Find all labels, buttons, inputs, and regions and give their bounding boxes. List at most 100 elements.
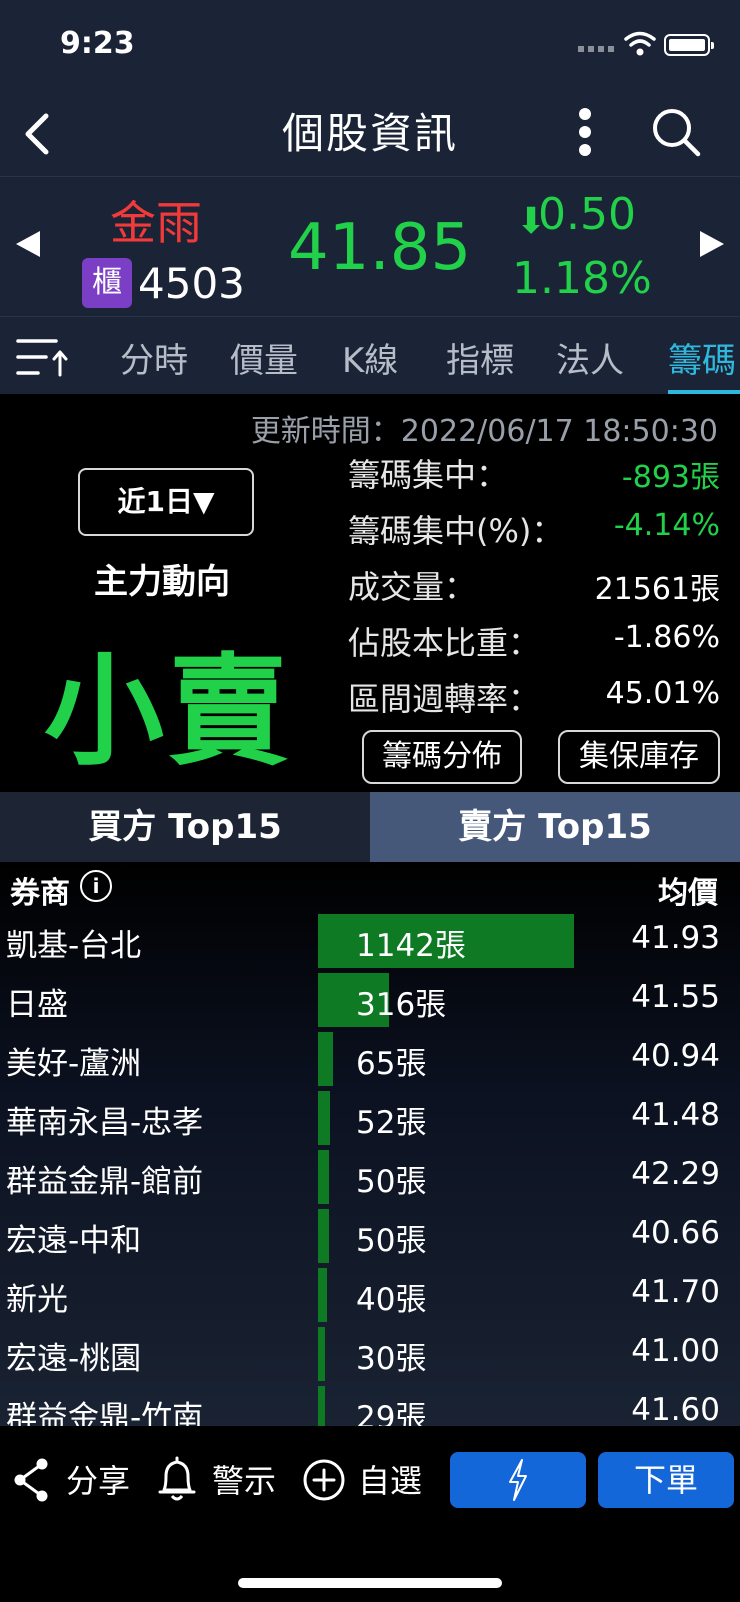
- sort-menu-icon[interactable]: [16, 335, 68, 379]
- avg-price: 42.29: [631, 1156, 720, 1192]
- table-row[interactable]: 群益金鼎-館前 50張 42.29: [0, 1148, 740, 1206]
- table-row[interactable]: 美好-蘆洲 65張 40.94: [0, 1030, 740, 1088]
- bottom-toolbar: 分享 警示 自選 下單: [0, 1426, 740, 1602]
- avg-price: 40.66: [631, 1215, 720, 1251]
- price-change-pct: 1.18%: [512, 253, 652, 304]
- broker-name: 群益金鼎-竹南: [6, 1400, 204, 1426]
- stat-label-volume: 成交量：: [348, 568, 477, 606]
- alert-button[interactable]: 警示: [212, 1456, 276, 1502]
- broker-name: 宏遠-桃園: [6, 1341, 142, 1377]
- more-icon[interactable]: [570, 102, 600, 162]
- page-title: 個股資訊: [281, 109, 458, 158]
- buy-sell-tabs: 買方 Top15 賣方 Top15: [0, 792, 740, 862]
- market-badge: 櫃: [82, 258, 132, 308]
- prev-stock-icon[interactable]: [16, 231, 40, 257]
- tab-buyers-top15[interactable]: 買方 Top15: [0, 792, 370, 862]
- broker-name: 凱基-台北: [6, 928, 142, 964]
- share-button[interactable]: 分享: [66, 1456, 130, 1502]
- stat-value-turnover: 45.01%: [605, 676, 720, 711]
- tab-k-line[interactable]: K線: [342, 333, 398, 382]
- avg-price: 41.70: [631, 1274, 720, 1310]
- tab-indicators[interactable]: 指標: [446, 333, 514, 382]
- quote-header: 金雨 櫃 4503 41.85 ⬇ 0.50 1.18%: [0, 176, 740, 316]
- update-time: 更新時間：2022/06/17 18:50:30: [250, 414, 718, 449]
- broker-list[interactable]: 券商 i 均價 凱基-台北 1142張 41.93 日盛 316張 41.55 美好-蘆洲 6…: [0, 862, 740, 1426]
- table-row[interactable]: 宏遠-桃園 30張 41.00: [0, 1325, 740, 1383]
- stock-code: 4503: [138, 259, 245, 308]
- lots-value: 29張: [356, 1400, 427, 1426]
- info-icon[interactable]: i: [80, 870, 112, 902]
- custody-inventory-button[interactable]: 集保庫存: [558, 730, 720, 784]
- lots-bar: [318, 1209, 329, 1263]
- avg-price: 41.60: [631, 1392, 720, 1426]
- avg-price: 41.00: [631, 1333, 720, 1369]
- price-change: 0.50: [538, 189, 636, 240]
- tab-chips[interactable]: 籌碼: [668, 333, 736, 382]
- battery-icon: [664, 34, 714, 56]
- stat-value-concentration-pct: -4.14%: [613, 508, 720, 543]
- main-force-label: 主力動向: [94, 562, 230, 602]
- broker-name: 新光: [6, 1282, 68, 1318]
- chip-distribution-button[interactable]: 籌碼分佈: [362, 730, 522, 784]
- period-dropdown[interactable]: 近1日▼: [78, 468, 254, 536]
- stat-value-concentration: -893張: [621, 460, 720, 495]
- signal-icon: [578, 46, 614, 52]
- table-row[interactable]: 宏遠-中和 50張 40.66: [0, 1207, 740, 1265]
- avg-price: 40.94: [631, 1038, 720, 1074]
- quick-order-button[interactable]: [450, 1452, 586, 1508]
- lightning-icon: [509, 1459, 527, 1501]
- lots-bar: [318, 1032, 333, 1086]
- stat-label-concentration-pct: 籌碼集中(%)：: [348, 512, 564, 550]
- status-bar: 9:23: [0, 0, 740, 92]
- stat-value-volume: 21561張: [594, 572, 720, 607]
- wifi-icon: [624, 31, 656, 56]
- avg-price: 41.55: [631, 979, 720, 1015]
- table-row[interactable]: 凱基-台北 1142張 41.93: [0, 912, 740, 970]
- stat-label-share-ratio: 佔股本比重：: [348, 624, 541, 662]
- chips-panel: 更新時間：2022/06/17 18:50:30 近1日▼ 主力動向 小賣 籌碼…: [0, 394, 740, 792]
- lots-value: 30張: [356, 1341, 427, 1377]
- list-header: 券商 i 均價: [0, 862, 740, 912]
- nav-bar: 個股資訊: [0, 92, 740, 176]
- header-avg-price: 均價: [658, 876, 718, 911]
- tab-sellers-top15[interactable]: 賣方 Top15: [370, 792, 740, 862]
- next-stock-icon[interactable]: [700, 231, 724, 257]
- lots-value: 50張: [356, 1223, 427, 1259]
- tab-price-volume[interactable]: 價量: [230, 333, 298, 382]
- lots-bar: [318, 1386, 325, 1426]
- lots-value: 65張: [356, 1046, 427, 1082]
- broker-name: 群益金鼎-館前: [6, 1164, 204, 1200]
- stock-name: 金雨: [110, 196, 202, 250]
- tab-intraday[interactable]: 分時: [120, 333, 188, 382]
- status-time: 9:23: [60, 26, 135, 61]
- table-row[interactable]: 日盛 316張 41.55: [0, 971, 740, 1029]
- main-force-value: 小賣: [44, 643, 292, 782]
- lots-bar: [318, 1268, 327, 1322]
- add-circle-icon[interactable]: [302, 1450, 346, 1510]
- header-broker: 券商: [10, 876, 70, 911]
- broker-name: 美好-蘆洲: [6, 1046, 142, 1082]
- lots-value: 50張: [356, 1164, 427, 1200]
- broker-name: 華南永昌-忠孝: [6, 1105, 204, 1141]
- broker-name: 宏遠-中和: [6, 1223, 142, 1259]
- share-icon[interactable]: [12, 1450, 50, 1510]
- lots-value: 316張: [356, 987, 447, 1023]
- table-row[interactable]: 新光 40張 41.70: [0, 1266, 740, 1324]
- order-button[interactable]: 下單: [598, 1452, 734, 1508]
- lots-bar: [318, 1327, 325, 1381]
- tab-institutional[interactable]: 法人: [556, 333, 624, 382]
- lots-value: 40張: [356, 1282, 427, 1318]
- lots-value: 52張: [356, 1105, 427, 1141]
- lots-value: 1142張: [356, 928, 466, 964]
- table-row[interactable]: 群益金鼎-竹南 29張 41.60: [0, 1384, 740, 1426]
- search-icon[interactable]: [648, 104, 704, 160]
- avg-price: 41.93: [631, 920, 720, 956]
- table-row[interactable]: 華南永昌-忠孝 52張 41.48: [0, 1089, 740, 1147]
- lots-bar: [318, 1150, 329, 1204]
- stock-price: 41.85: [288, 211, 472, 285]
- home-indicator: [238, 1578, 502, 1588]
- stat-label-concentration: 籌碼集中：: [348, 456, 509, 494]
- bell-icon[interactable]: [156, 1450, 198, 1510]
- watchlist-button[interactable]: 自選: [358, 1456, 422, 1502]
- stat-value-share-ratio: -1.86%: [613, 620, 720, 655]
